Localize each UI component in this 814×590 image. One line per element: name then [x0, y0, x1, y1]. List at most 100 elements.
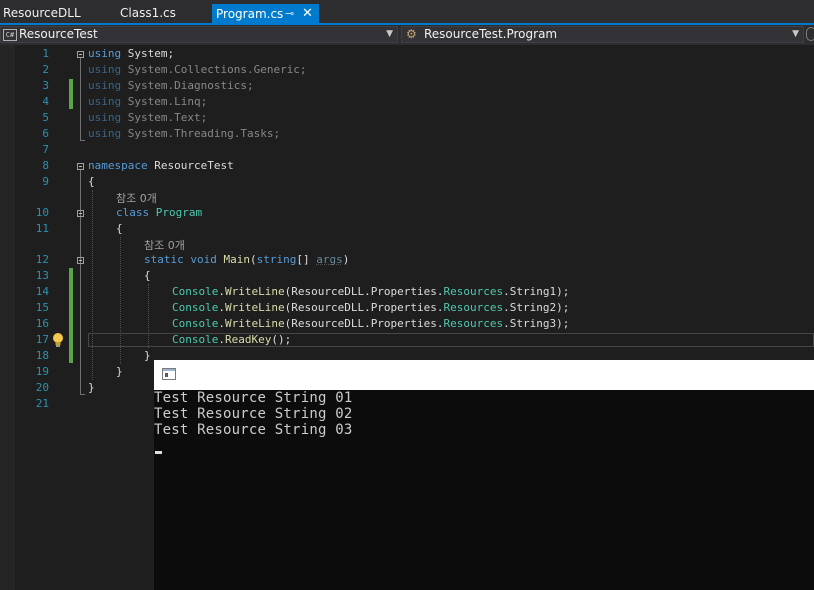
code-line[interactable]: } [116, 365, 123, 378]
indent-guide [148, 284, 149, 348]
tab-resourcedll[interactable]: ResourceDLL [3, 3, 81, 23]
navigation-bar: C# ResourceTest ▼ ⚙ ResourceTest.Program… [0, 25, 814, 45]
member-dropdown[interactable]: ⚙ ResourceTest.Program ▼ [401, 26, 804, 43]
line-number: 3 [42, 79, 49, 92]
code-line[interactable]: using System.Text; [88, 111, 207, 124]
console-title-bar[interactable] [154, 360, 814, 390]
code-brace: { [88, 175, 95, 188]
code-line[interactable]: using System.Linq; [88, 95, 207, 108]
collapse-toggle[interactable] [77, 51, 84, 58]
code-text: System.Text; [121, 111, 208, 124]
console-cursor [155, 451, 162, 454]
code-text: ResourceDLL.Properties. [291, 301, 444, 314]
code-text: ResourceDLL.Properties. [291, 285, 444, 298]
code-keyword: namespace [88, 159, 148, 172]
code-line[interactable]: } [144, 349, 151, 362]
chevron-down-icon: ▼ [792, 29, 799, 39]
document-tab-bar: ResourceDLL Class1.cs Program.cs ⊸ ✕ [0, 0, 814, 23]
code-line[interactable]: } [88, 381, 95, 394]
line-number: 10 [35, 206, 49, 219]
split-editor-icon[interactable] [806, 27, 814, 41]
code-line[interactable]: { [116, 222, 123, 235]
code-line[interactable]: Console.WriteLine(ResourceDLL.Properties… [172, 301, 569, 314]
code-line[interactable]: namespace ResourceTest [88, 159, 234, 172]
line-number: 21 [35, 397, 49, 410]
code-line[interactable]: using System; [88, 47, 174, 60]
collapse-toggle[interactable] [77, 163, 84, 170]
code-text: System.Linq; [121, 95, 208, 108]
line-number: 13 [35, 269, 49, 282]
code-text: (); [271, 333, 292, 346]
code-text: .String1); [503, 285, 570, 298]
code-brace: } [88, 381, 95, 394]
code-line[interactable]: static void Main(string[] args) [144, 253, 349, 266]
code-text: System.Collections.Generic; [121, 63, 307, 76]
code-line[interactable]: using System.Threading.Tasks; [88, 127, 280, 140]
line-number: 6 [42, 127, 49, 140]
code-line[interactable]: { [144, 269, 151, 282]
code-text: .String3); [503, 317, 570, 330]
line-number: 1 [42, 47, 49, 60]
changed-lines-marker [69, 79, 73, 109]
console-line: Test Resource String 03 [154, 422, 353, 438]
line-number: 8 [42, 159, 49, 172]
console-window-icon[interactable] [162, 368, 176, 380]
code-type: Console [172, 333, 219, 346]
code-method: Main [223, 253, 251, 266]
line-number: 20 [35, 381, 49, 394]
console-line: Test Resource String 02 [154, 406, 353, 422]
code-brace: } [144, 349, 151, 362]
tab-class1[interactable]: Class1.cs [120, 3, 176, 23]
code-type: Console [172, 285, 219, 298]
line-number: 14 [35, 285, 49, 298]
code-line[interactable]: using System.Diagnostics; [88, 79, 254, 92]
code-line[interactable]: { [88, 175, 95, 188]
lightbulb-icon[interactable] [52, 332, 64, 348]
code-text: ) [342, 253, 350, 266]
code-keyword: void [190, 253, 217, 266]
code-line[interactable]: Console.ReadKey(); [172, 333, 291, 346]
project-dropdown-label: ResourceTest [19, 27, 98, 41]
code-type: Console [172, 317, 219, 330]
line-number: 18 [35, 349, 49, 362]
code-type: Console [172, 301, 219, 314]
code-text: . [218, 317, 225, 330]
line-number: 11 [35, 222, 49, 235]
console-output[interactable]: Test Resource String 01 Test Resource St… [154, 390, 814, 590]
code-text: .String2); [503, 301, 570, 314]
console-line: Test Resource String 01 [154, 390, 353, 406]
code-keyword: using [88, 95, 122, 108]
collapse-toggle[interactable] [77, 210, 84, 217]
code-type: Program [155, 206, 203, 219]
code-text: System.Threading.Tasks; [121, 127, 281, 140]
code-keyword: using [88, 47, 122, 60]
close-icon[interactable]: ✕ [302, 4, 313, 24]
line-number: 2 [42, 63, 49, 76]
code-brace: } [116, 365, 123, 378]
code-text: . [218, 301, 225, 314]
tab-program[interactable]: Program.cs ⊸ ✕ [212, 4, 319, 23]
code-text: ResourceDLL.Properties. [291, 317, 444, 330]
pin-icon[interactable]: ⊸ [285, 4, 294, 24]
code-line[interactable]: class Program [116, 206, 202, 219]
code-line[interactable]: using System.Collections.Generic; [88, 63, 307, 76]
code-text: . [218, 285, 225, 298]
code-method: WriteLine [224, 317, 285, 330]
code-line[interactable]: Console.WriteLine(ResourceDLL.Properties… [172, 285, 569, 298]
collapse-toggle[interactable] [77, 257, 84, 264]
code-text: . [218, 333, 225, 346]
project-dropdown[interactable]: C# ResourceTest ▼ [0, 26, 398, 43]
codelens-references[interactable]: 참조 0개 [144, 237, 185, 253]
code-text: ( [250, 253, 257, 266]
code-type: Resources [443, 301, 504, 314]
indent-guide [92, 190, 93, 380]
tab-program-label: Program.cs [216, 7, 284, 21]
code-line[interactable]: Console.WriteLine(ResourceDLL.Properties… [172, 317, 569, 330]
editor-left-margin [0, 45, 15, 590]
code-brace: { [144, 269, 151, 282]
codelens-references[interactable]: 참조 0개 [116, 190, 157, 206]
outline-end [80, 394, 85, 395]
code-keyword: string [256, 253, 297, 266]
line-number: 15 [35, 301, 49, 314]
outline-end [80, 140, 85, 141]
